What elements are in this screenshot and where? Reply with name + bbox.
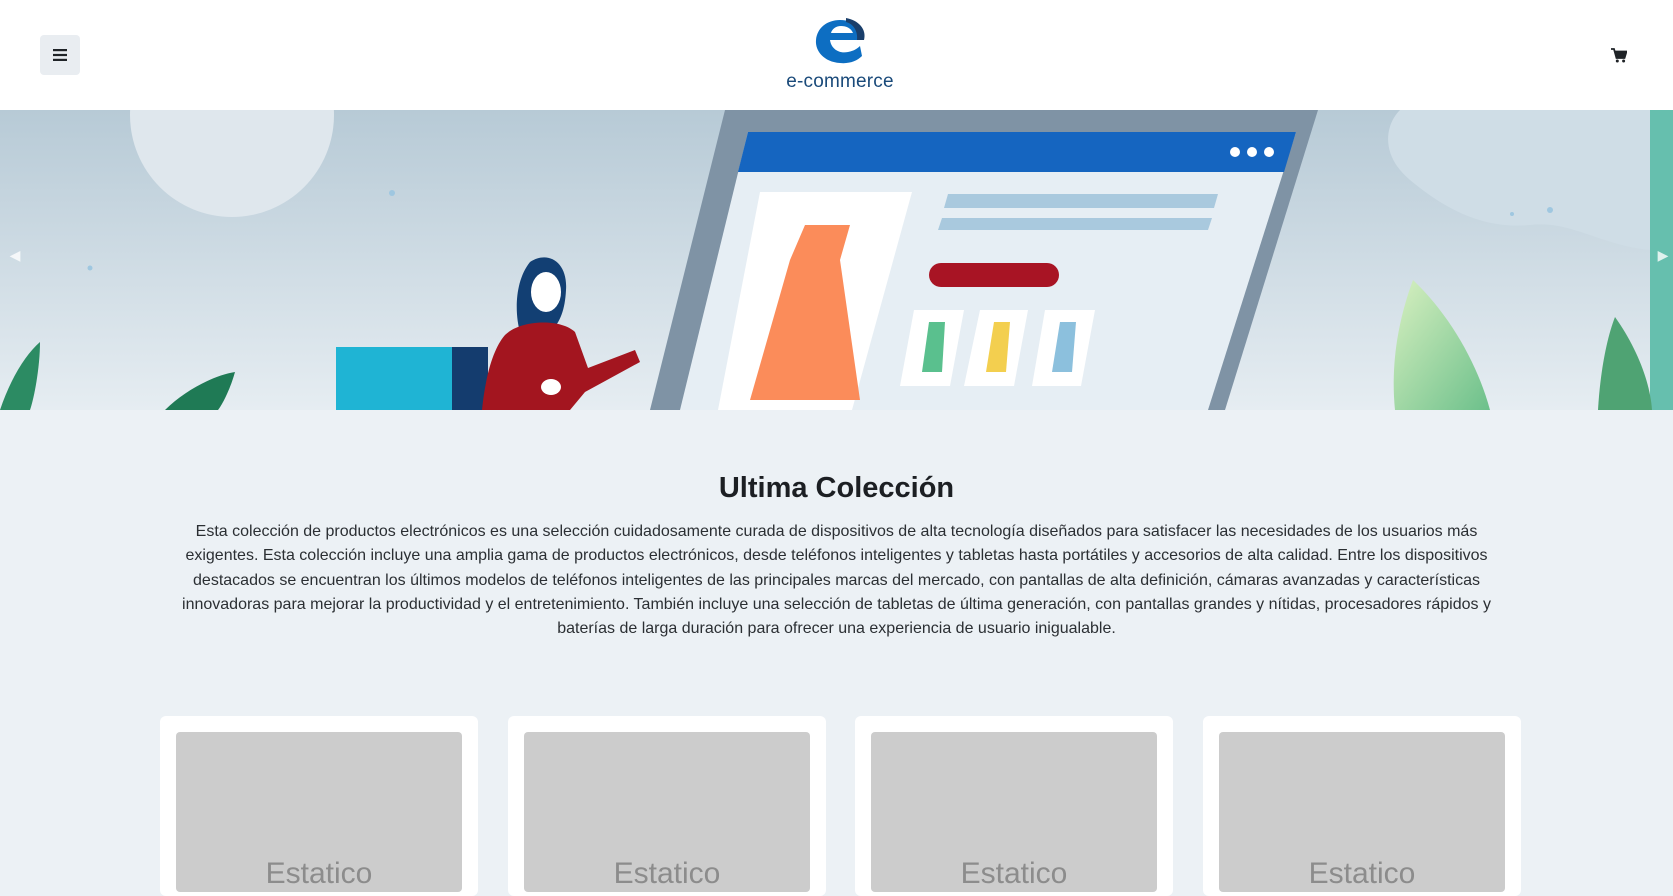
product-image-label: Estatico	[613, 857, 721, 890]
product-image-label: Estatico	[960, 857, 1068, 890]
chevron-right-icon: ▶	[1657, 246, 1669, 263]
product-image-placeholder: Estatico	[1219, 732, 1505, 892]
carousel-next-button[interactable]: ▶	[1654, 240, 1672, 270]
product-image-label: Estatico	[1308, 857, 1416, 890]
product-image-placeholder: Estatico	[871, 732, 1157, 892]
product-card[interactable]: Estatico	[1203, 716, 1521, 896]
product-card[interactable]: Estatico	[855, 716, 1173, 896]
brand-logo[interactable]: e-commerce	[775, 16, 905, 96]
product-image-placeholder: Estatico	[176, 732, 462, 892]
menu-toggle-button[interactable]	[40, 35, 80, 75]
hamburger-icon	[53, 49, 67, 61]
product-image-label: Estatico	[265, 857, 373, 890]
product-image-placeholder: Estatico	[524, 732, 810, 892]
chevron-left-icon: ◀	[9, 246, 21, 263]
collection-description: Esta colección de productos electrónicos…	[182, 523, 1491, 638]
hero-carousel	[0, 110, 1673, 410]
product-card[interactable]: Estatico	[508, 716, 826, 896]
product-grid: Estatico Estatico Estatico Estatico	[160, 716, 1521, 896]
top-navbar: e-commerce	[0, 0, 1673, 110]
carousel-prev-button[interactable]: ◀	[6, 240, 24, 270]
cart-button[interactable]	[1607, 44, 1631, 66]
shopping-cart-icon	[1611, 47, 1627, 62]
collection-title: Ultima Colección	[718, 472, 955, 504]
hero-banner-illustration	[0, 110, 1673, 410]
product-card[interactable]: Estatico	[160, 716, 478, 896]
logo-e-mark	[815, 18, 865, 64]
logo-text: e-commerce	[786, 71, 894, 92]
